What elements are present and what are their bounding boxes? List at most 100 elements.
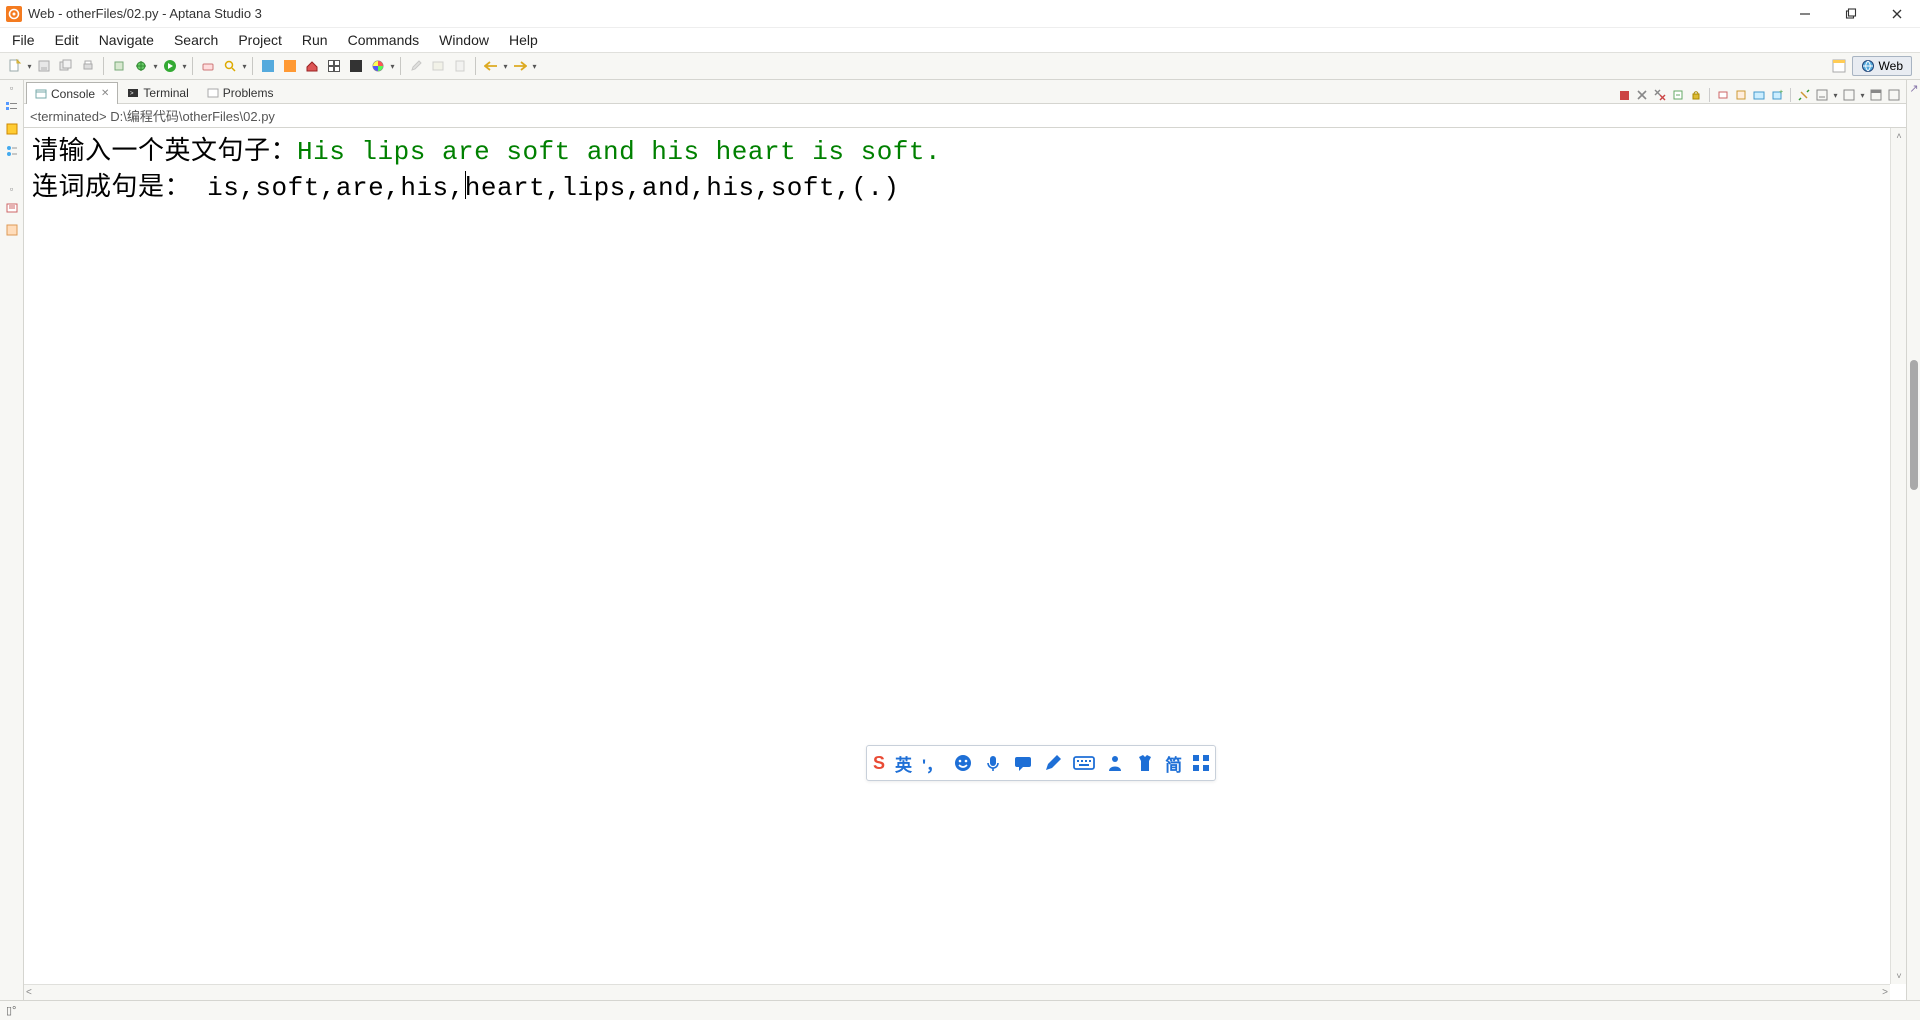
new-dropdown[interactable]: ▾	[26, 62, 33, 71]
ime-emoji-icon[interactable]	[953, 753, 973, 773]
link-icon[interactable]	[1796, 87, 1812, 103]
new-console-icon[interactable]: +	[1769, 87, 1785, 103]
view-menu-dropdown-2[interactable]: ▾	[1859, 91, 1866, 100]
ime-toolbar[interactable]: S 英 '， 简	[866, 745, 1216, 781]
tab-console[interactable]: Console ✕	[26, 82, 118, 104]
console-output[interactable]: 请输入一个英文句子：His lips are soft and his hear…	[24, 128, 1906, 1000]
menu-file[interactable]: File	[2, 30, 45, 50]
ime-lang-toggle[interactable]: 英	[895, 751, 912, 776]
minimize-button[interactable]	[1782, 0, 1828, 28]
perspective-web[interactable]: Web	[1852, 56, 1912, 76]
gutter-restore-icon-2[interactable]: ▫	[10, 185, 13, 194]
color-dropdown[interactable]: ▾	[389, 62, 396, 71]
ime-chat-icon[interactable]	[1013, 753, 1033, 773]
scroll-up-icon[interactable]: ˄	[1891, 128, 1906, 144]
maximize-view-icon[interactable]	[1841, 87, 1857, 103]
debug-dropdown[interactable]: ▾	[152, 62, 159, 71]
close-icon[interactable]: ✕	[101, 88, 109, 99]
forward-dropdown[interactable]: ▾	[531, 62, 538, 71]
gutter-app-explorer-icon[interactable]	[4, 121, 20, 137]
menu-navigate[interactable]: Navigate	[89, 30, 164, 50]
back-dropdown[interactable]: ▾	[502, 62, 509, 71]
restore-view-icon[interactable]	[1868, 87, 1884, 103]
new-icon[interactable]	[5, 56, 25, 76]
ime-skin-icon[interactable]	[1105, 753, 1125, 773]
menu-run[interactable]: Run	[292, 30, 338, 50]
ime-logo-icon[interactable]: S	[873, 751, 885, 775]
svg-text:>: >	[130, 91, 134, 97]
maximize-button[interactable]	[1828, 0, 1874, 28]
outline-orange-icon[interactable]	[280, 56, 300, 76]
gutter-snippets-icon[interactable]	[4, 200, 20, 216]
color-wheel-icon[interactable]	[368, 56, 388, 76]
forward-icon[interactable]	[510, 56, 530, 76]
ime-simplified-toggle[interactable]: 简	[1165, 751, 1182, 776]
ime-keyboard-icon[interactable]	[1073, 754, 1095, 772]
tab-terminal[interactable]: > Terminal	[118, 81, 197, 103]
debug-icon[interactable]	[131, 56, 151, 76]
window-controls	[1782, 0, 1920, 28]
menu-help[interactable]: Help	[499, 30, 548, 50]
gutter-outline-icon[interactable]	[4, 143, 20, 159]
gutter-project-explorer-icon[interactable]	[4, 99, 20, 115]
run-dropdown[interactable]: ▾	[181, 62, 188, 71]
minimize-view-icon[interactable]	[1814, 87, 1830, 103]
menu-project[interactable]: Project	[228, 30, 292, 50]
back-icon[interactable]	[481, 56, 501, 76]
terminate-icon[interactable]	[1616, 87, 1632, 103]
horizontal-scrollbar[interactable]: < >	[24, 984, 1890, 1000]
ime-tshirt-icon[interactable]	[1135, 753, 1155, 773]
outline-home-icon[interactable]	[302, 56, 322, 76]
ime-voice-icon[interactable]	[983, 753, 1003, 773]
bookmark-icon[interactable]	[450, 56, 470, 76]
outline-grid-icon[interactable]	[324, 56, 344, 76]
toolbar: ▾ ▾ ▾ ▾ ▾ ▾ ▾	[0, 52, 1920, 80]
folder-icon[interactable]	[428, 56, 448, 76]
separator	[1790, 88, 1791, 102]
close-view-icon[interactable]	[1886, 87, 1902, 103]
main-area: ▫ ▫ Console ✕ > Terminal Problems	[0, 80, 1920, 1000]
scroll-down-icon[interactable]: ˅	[1891, 968, 1906, 984]
run-icon[interactable]	[160, 56, 180, 76]
remove-launch-icon[interactable]	[1634, 87, 1650, 103]
scroll-lock-icon[interactable]	[1688, 87, 1704, 103]
menu-window[interactable]: Window	[429, 30, 499, 50]
gutter-external-icon[interactable]: ↗	[1908, 82, 1920, 94]
ime-punct-toggle[interactable]: '，	[922, 751, 943, 776]
pin-console-icon[interactable]	[1715, 87, 1731, 103]
ime-lang-label: 英	[895, 751, 912, 776]
scroll-right-icon[interactable]: >	[1882, 987, 1888, 998]
menu-edit[interactable]: Edit	[45, 30, 89, 50]
gutter-restore-icon[interactable]: ▫	[10, 84, 13, 93]
menu-commands[interactable]: Commands	[338, 30, 430, 50]
console-text: 请输入一个英文句子：His lips are soft and his hear…	[24, 128, 1906, 213]
external-scroll-thumb[interactable]	[1910, 360, 1918, 490]
view-menu-dropdown[interactable]: ▾	[1832, 91, 1839, 100]
save-icon[interactable]	[34, 56, 54, 76]
close-button[interactable]	[1874, 0, 1920, 28]
external-tools-icon[interactable]	[198, 56, 218, 76]
console-icon	[35, 88, 47, 100]
search-icon[interactable]	[220, 56, 240, 76]
print-icon[interactable]	[78, 56, 98, 76]
outline-dark-icon[interactable]	[346, 56, 366, 76]
open-console-icon[interactable]	[1751, 87, 1767, 103]
save-all-icon[interactable]	[56, 56, 76, 76]
open-perspective-icon[interactable]	[1829, 56, 1849, 76]
build-icon[interactable]	[109, 56, 129, 76]
remove-all-icon[interactable]	[1652, 87, 1668, 103]
ime-grid-icon[interactable]	[1192, 754, 1210, 772]
titlebar: Web - otherFiles/02.py - Aptana Studio 3	[0, 0, 1920, 28]
outline-blue-icon[interactable]	[258, 56, 278, 76]
perspective-label: Web	[1879, 59, 1903, 73]
gutter-samples-icon[interactable]	[4, 222, 20, 238]
ime-handwrite-icon[interactable]	[1043, 753, 1063, 773]
pencil-icon[interactable]	[406, 56, 426, 76]
clear-console-icon[interactable]	[1670, 87, 1686, 103]
vertical-scrollbar[interactable]: ˄ ˅	[1890, 128, 1906, 984]
search-dropdown[interactable]: ▾	[241, 62, 248, 71]
tab-problems[interactable]: Problems	[198, 81, 283, 103]
menu-search[interactable]: Search	[164, 30, 228, 50]
display-selected-icon[interactable]	[1733, 87, 1749, 103]
scroll-left-icon[interactable]: <	[26, 987, 32, 998]
